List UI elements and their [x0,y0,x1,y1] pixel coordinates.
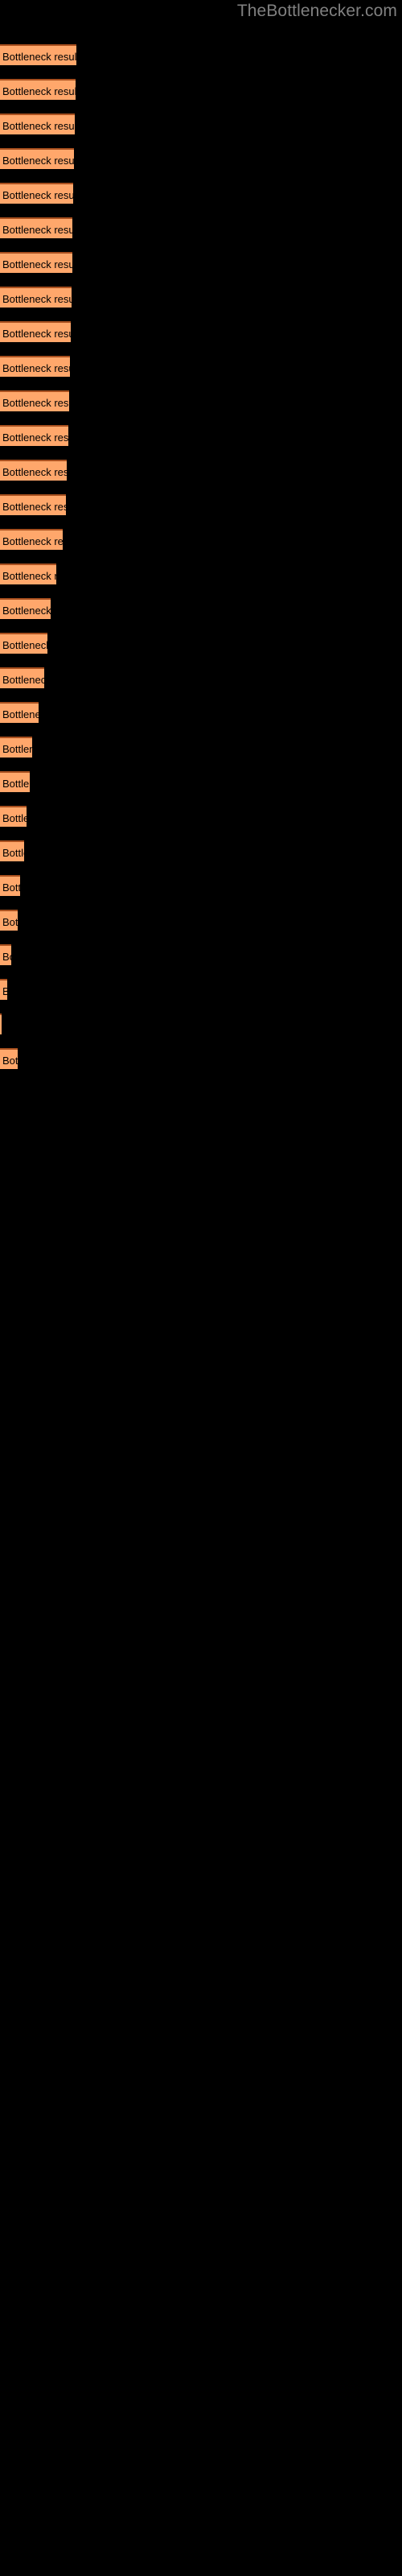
bar-row: Bottleneck result [0,425,402,446]
bottleneck-result-bar[interactable]: Bottleneck result [0,840,24,861]
bar-label: Bottleneck result [2,431,68,444]
bar-label: Bottleneck result [2,674,44,686]
bottleneck-result-bar[interactable]: Bottleneck result [0,633,47,654]
bar-label: Bottleneck result [2,155,74,167]
bottleneck-result-bar[interactable]: Bottleneck result [0,598,51,619]
bottleneck-result-bar[interactable]: Bottleneck result [0,564,56,584]
bar-row: Bottleneck result [0,460,402,481]
bar-row: Bottleneck result [0,598,402,619]
bar-row: Bottleneck result [0,44,402,65]
bar-label: Bottleneck result [2,189,73,201]
bar-label: Bottleneck result [2,224,72,236]
bar-row: Bottleneck result [0,910,402,931]
bar-label: Bottleneck result [2,639,47,651]
bottleneck-result-bar[interactable]: Bottleneck result [0,1013,2,1034]
bar-label: Bottleneck result [2,951,11,963]
bottleneck-result-bar[interactable]: Bottleneck result [0,425,68,446]
bar-label: Bottleneck result [2,362,70,374]
bar-row: Bottleneck result [0,875,402,896]
bottleneck-result-bar[interactable]: Bottleneck result [0,875,20,896]
bar-row: Bottleneck result [0,1048,402,1069]
bottleneck-result-bar[interactable]: Bottleneck result [0,667,44,688]
bottleneck-result-bar[interactable]: Bottleneck result [0,979,7,1000]
bar-row: Bottleneck result [0,217,402,238]
bottleneck-result-bar[interactable]: Bottleneck result [0,529,63,550]
bar-label: Bottleneck result [2,778,30,790]
bar-row: Bottleneck result [0,944,402,965]
bar-row: Bottleneck result [0,806,402,827]
bar-label: Bottleneck result [2,570,56,582]
bottleneck-result-bar[interactable]: Bottleneck result [0,148,74,169]
bar-label: Bottleneck result [2,51,76,63]
bar-label: Bottleneck result [2,293,72,305]
bottleneck-result-bar[interactable]: Bottleneck result [0,356,70,377]
bottleneck-result-bar[interactable]: Bottleneck result [0,321,71,342]
bar-label: Bottleneck result [2,501,66,513]
bar-label: Bottleneck result [2,743,32,755]
bar-label: Bottleneck result [2,328,71,340]
chart-page: TheBottlenecker.com Bottleneck result Bot… [0,0,402,2576]
bar-row: Bottleneck result [0,737,402,758]
bar-row: Bottleneck result [0,771,402,792]
bar-label: Bottleneck result [2,605,51,617]
bottleneck-result-bar[interactable]: Bottleneck result [0,910,18,931]
bar-label: Bottleneck result [2,258,72,270]
bar-row: Bottleneck result [0,1013,402,1034]
bottleneck-result-bar[interactable]: Bottleneck result [0,806,27,827]
bar-row: Bottleneck result [0,390,402,411]
bar-row: Bottleneck result [0,564,402,584]
bar-row: Bottleneck result [0,148,402,169]
bar-row: Bottleneck result [0,840,402,861]
bar-label: Bottleneck result [2,881,20,894]
bar-label: Bottleneck result [2,980,7,1000]
bottleneck-result-bar[interactable]: Bottleneck result [0,183,73,204]
bottleneck-result-bar[interactable]: Bottleneck result [0,771,30,792]
bar-label: Bottleneck result [2,708,39,720]
bar-row: Bottleneck result [0,114,402,134]
bar-label: Bottleneck result [2,1055,18,1067]
bottleneck-result-bar[interactable]: Bottleneck result [0,737,32,758]
bottleneck-result-bar[interactable]: Bottleneck result [0,460,67,481]
bar-label: Bottleneck result [2,397,69,409]
bar-label: Bottleneck result [2,466,67,478]
bottleneck-result-bar[interactable]: Bottleneck result [0,1048,18,1069]
bar-row: Bottleneck result [0,979,402,1000]
bottleneck-result-bar[interactable]: Bottleneck result [0,252,72,273]
bar-row: Bottleneck result [0,321,402,342]
bottleneck-result-bar[interactable]: Bottleneck result [0,44,76,65]
bottleneck-bar-chart: Bottleneck result Bottleneck result Bottle… [0,0,402,2576]
bottleneck-result-bar[interactable]: Bottleneck result [0,494,66,515]
bar-row: Bottleneck result [0,183,402,204]
bottleneck-result-bar[interactable]: Bottleneck result [0,390,69,411]
bottleneck-result-bar[interactable]: Bottleneck result [0,287,72,308]
bar-row: Bottleneck result [0,252,402,273]
bar-row: Bottleneck result [0,356,402,377]
bar-label: Bottleneck result [2,120,75,132]
bar-row: Bottleneck result [0,529,402,550]
bar-label: Bottleneck result [2,85,76,97]
bottleneck-result-bar[interactable]: Bottleneck result [0,702,39,723]
bar-label: Bottleneck result [2,847,24,859]
bottleneck-result-bar[interactable]: Bottleneck result [0,217,72,238]
bottleneck-result-bar[interactable]: Bottleneck result [0,79,76,100]
bar-label: Bottleneck result [2,916,18,928]
bottleneck-result-bar[interactable]: Bottleneck result [0,114,75,134]
bar-row: Bottleneck result [0,667,402,688]
bottleneck-result-bar[interactable]: Bottleneck result [0,944,11,965]
bar-row: Bottleneck result [0,702,402,723]
bar-row: Bottleneck result [0,494,402,515]
bar-row: Bottleneck result [0,79,402,100]
bar-row: Bottleneck result [0,633,402,654]
bar-row: Bottleneck result [0,287,402,308]
bar-label: Bottleneck result [2,812,27,824]
bar-label: Bottleneck result [2,535,63,547]
